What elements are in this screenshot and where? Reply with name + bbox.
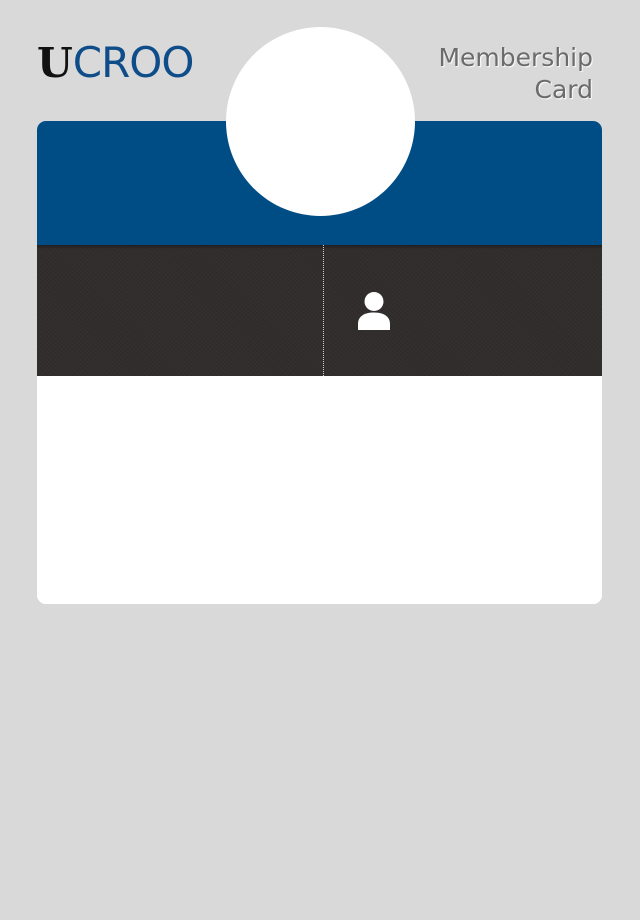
profile-photo[interactable] [226,27,415,216]
page-title: Membership Card [438,42,593,106]
title-line-1: Membership [438,43,593,72]
band-divider [323,245,324,376]
logo-text: CROO [72,38,195,87]
ucroo-logo: U CROO [37,38,195,87]
card-info-band [37,245,602,376]
member-info-slot [37,245,323,376]
title-line-2: Card [534,75,593,104]
logo-letter-u: U [37,39,73,87]
user-icon [358,292,390,330]
card-body [37,376,602,604]
